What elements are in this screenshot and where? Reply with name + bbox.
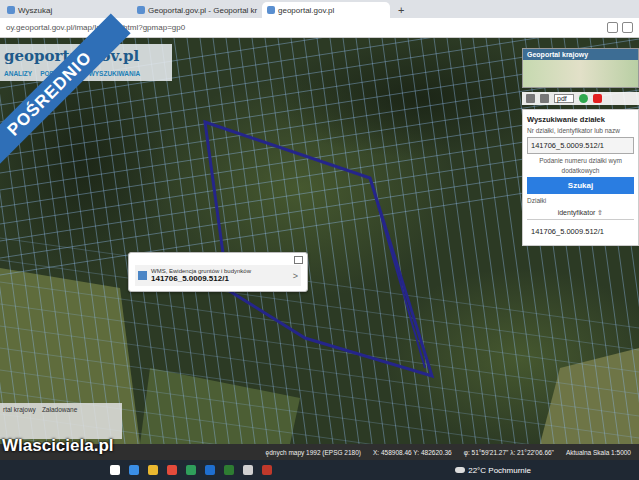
parcel-outline[interactable] [205, 122, 432, 376]
youtube-icon[interactable] [593, 94, 602, 103]
search-button[interactable]: Szukaj [527, 177, 634, 194]
feature-popup: WMS, Ewidencja gruntów i budynków 141706… [128, 252, 308, 292]
profile-icon[interactable] [622, 22, 633, 33]
page: geoportal.gov.pl ANALIZYPOBIERANIEWYSZUK… [0, 38, 639, 460]
map[interactable]: geoportal.gov.pl ANALIZYPOBIERANIEWYSZUK… [0, 38, 639, 444]
help-icon[interactable] [579, 94, 588, 103]
right-panel: Geoportal krajowy pdf Wyszukiwanie dział… [522, 48, 639, 246]
cloud-icon [455, 467, 465, 473]
new-tab-button[interactable]: + [392, 2, 410, 18]
app-icon[interactable] [205, 465, 215, 475]
app-icon[interactable] [110, 465, 120, 475]
app-icon[interactable] [148, 465, 158, 475]
more-button[interactable]: > [293, 271, 298, 281]
close-icon[interactable] [294, 256, 303, 264]
layer-icon [138, 271, 147, 280]
taskbar: 22°C Pochmurnie [0, 460, 639, 480]
parcel-input[interactable]: 141706_5.0009.512/1 [527, 137, 634, 154]
screen: Wyszukaj Geoportal.gov.pl - Geoportal kr… [0, 0, 639, 480]
search-panel: Wyszukiwanie działek Nr działki, identyf… [522, 109, 639, 246]
result-row[interactable]: 141706_5.0009.512/1 [527, 223, 634, 240]
toolbar: pdf [522, 92, 639, 105]
column-header[interactable]: identyfikator ⇧ [527, 207, 634, 220]
browser-tab-bar: Wyszukaj Geoportal.gov.pl - Geoportal kr… [0, 0, 639, 18]
app-icon[interactable] [243, 465, 253, 475]
extension-icon[interactable] [607, 22, 618, 33]
menu-item[interactable]: ANALIZY [4, 70, 32, 77]
minimap[interactable]: Geoportal krajowy [522, 48, 639, 88]
app-icon[interactable] [186, 465, 196, 475]
print-icon[interactable] [526, 94, 535, 103]
layers-tab[interactable]: rtal krajowy [3, 406, 36, 413]
browser-tab[interactable]: geoportal.gov.pl [262, 2, 390, 18]
watermark: Wlasciciela.pl [2, 436, 114, 456]
menu-item[interactable]: WYSZUKIWANIA [89, 70, 141, 77]
format-select[interactable]: pdf [554, 94, 574, 103]
app-icon[interactable] [167, 465, 177, 475]
layers-box: rtal krajowy Załadowane [0, 403, 122, 439]
app-icon[interactable] [129, 465, 139, 475]
favicon-icon [137, 6, 145, 14]
app-icon[interactable] [262, 465, 272, 475]
save-icon[interactable] [540, 94, 549, 103]
app-icon[interactable] [224, 465, 234, 475]
favicon-icon [267, 6, 275, 14]
layers-tab[interactable]: Załadowane [42, 406, 77, 413]
weather-widget[interactable]: 22°C Pochmurnie [455, 466, 531, 475]
browser-tab[interactable]: Geoportal.gov.pl - Geoportal kr [132, 2, 260, 18]
favicon-icon [7, 6, 15, 14]
